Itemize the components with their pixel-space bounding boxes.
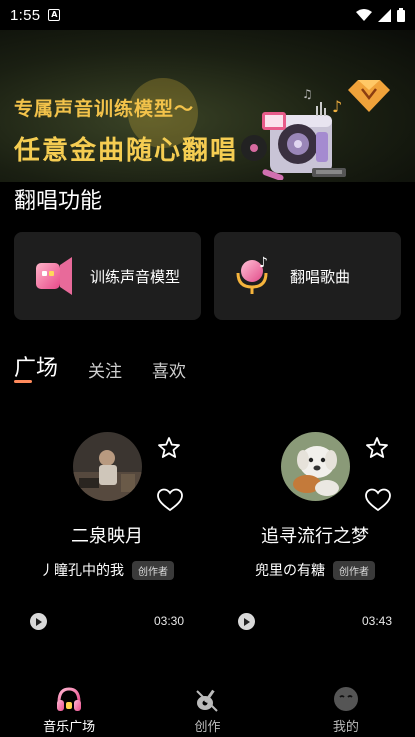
song-title: 追寻流行之梦 bbox=[261, 526, 369, 547]
create-guitar-icon bbox=[196, 689, 219, 712]
song-cover-image[interactable] bbox=[281, 432, 350, 501]
notification-a-icon: A bbox=[48, 9, 61, 21]
section-title-cover-features: 翻唱功能 bbox=[14, 189, 103, 214]
feed-tabs: 广场 关注 喜欢 bbox=[14, 350, 216, 382]
creator-row: 丿瞳孔中的我 创作者 bbox=[0, 560, 214, 580]
train-voice-model-label: 训练声音模型 bbox=[90, 267, 181, 286]
song-card[interactable]: 追寻流行之梦 兜里の有糖 创作者 03:43 bbox=[208, 430, 408, 640]
cover-photo-person bbox=[73, 432, 142, 501]
cover-photo-puppy bbox=[281, 432, 350, 501]
music-plaza-icon bbox=[57, 687, 82, 711]
nav-label: 创作 bbox=[194, 720, 221, 735]
favorite-star-icon[interactable] bbox=[157, 436, 181, 460]
play-button[interactable] bbox=[238, 613, 255, 630]
song-title: 二泉映月 bbox=[71, 526, 143, 547]
profile-face-icon bbox=[333, 687, 358, 711]
like-heart-icon[interactable] bbox=[157, 488, 183, 512]
creator-row: 兜里の有糖 创作者 bbox=[208, 560, 415, 580]
creator-name[interactable]: 兜里の有糖 bbox=[255, 560, 325, 580]
svg-text:♪: ♪ bbox=[259, 255, 268, 271]
song-duration: 03:43 bbox=[362, 614, 393, 628]
nav-label: 我的 bbox=[332, 720, 359, 735]
signal-icon bbox=[378, 8, 391, 22]
nav-create[interactable]: 创作 bbox=[138, 680, 276, 737]
cover-song-label: 翻唱歌曲 bbox=[290, 267, 351, 286]
like-heart-icon[interactable] bbox=[365, 488, 391, 512]
voice-model-icon bbox=[36, 257, 72, 295]
svg-text:♪: ♪ bbox=[332, 97, 342, 116]
nav-music-plaza[interactable]: 音乐广场 bbox=[0, 680, 138, 737]
tab-likes[interactable]: 喜欢 bbox=[152, 357, 186, 382]
song-card[interactable]: 二泉映月 丿瞳孔中的我 创作者 03:30 bbox=[0, 430, 200, 640]
tab-plaza[interactable]: 广场 bbox=[14, 350, 58, 382]
song-duration: 03:30 bbox=[154, 614, 185, 628]
play-button[interactable] bbox=[30, 613, 47, 630]
cover-song-mic-icon: ♪ bbox=[236, 255, 268, 294]
active-tab-indicator bbox=[14, 380, 32, 383]
creator-name[interactable]: 丿瞳孔中的我 bbox=[40, 560, 124, 580]
status-bar: 1:55 A bbox=[0, 0, 415, 30]
status-time: 1:55 bbox=[10, 6, 41, 24]
song-cover-image[interactable] bbox=[73, 432, 142, 501]
bottom-navigation: 音乐广场 创作 我的 bbox=[0, 680, 415, 737]
status-icons bbox=[356, 8, 405, 22]
cover-song-card[interactable]: ♪ 翻唱歌曲 bbox=[214, 232, 401, 320]
nav-profile[interactable]: 我的 bbox=[277, 680, 415, 737]
creator-badge: 创作者 bbox=[333, 560, 375, 580]
banner-subheadline: 任意金曲随心翻唱 bbox=[14, 136, 239, 166]
favorite-star-icon[interactable] bbox=[365, 436, 389, 460]
svg-text:♫: ♫ bbox=[302, 87, 313, 101]
train-voice-model-card[interactable]: 训练声音模型 bbox=[14, 232, 201, 320]
wifi-icon bbox=[356, 8, 372, 21]
banner-headline: 专属声音训练模型～ bbox=[14, 98, 195, 120]
battery-icon bbox=[397, 8, 405, 22]
nav-label: 音乐广场 bbox=[43, 720, 96, 735]
tab-following[interactable]: 关注 bbox=[88, 357, 122, 382]
promo-banner[interactable]: 专属声音训练模型～ 任意金曲随心翻唱 ♪ ♫ bbox=[0, 30, 415, 182]
creator-badge: 创作者 bbox=[132, 560, 174, 580]
banner-speaker-illustration: ♪ ♫ bbox=[241, 80, 390, 180]
